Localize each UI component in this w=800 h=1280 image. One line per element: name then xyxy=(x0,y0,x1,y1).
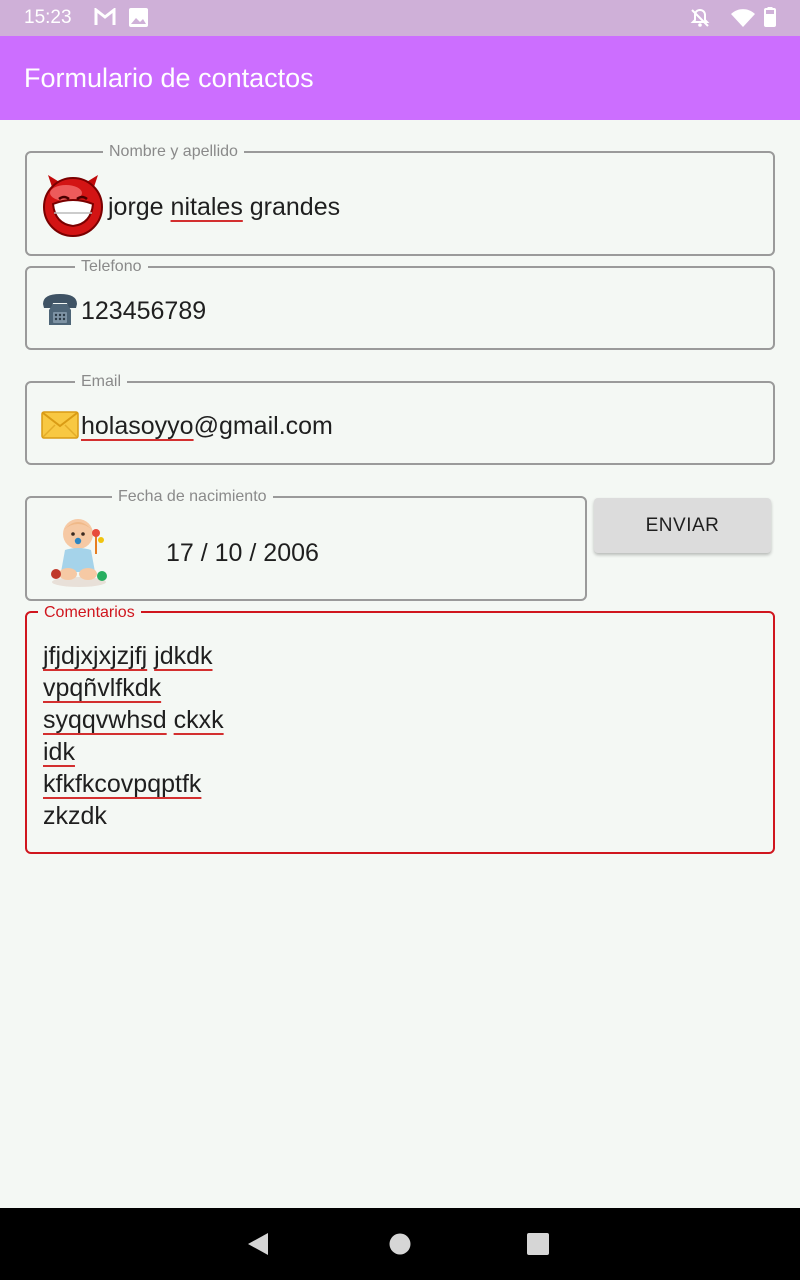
comments-field-label: Comentarios xyxy=(38,603,141,623)
comments-text: jfjdjxjxjzjfj jdkdk vpqñvlfkdk syqqvwhsd c… xyxy=(43,640,224,832)
comment-line: zkzdk xyxy=(43,800,224,832)
birth-date-value: 17 / 10 / 2006 xyxy=(166,539,319,567)
email-value: holasoyyo@gmail.com xyxy=(81,412,333,440)
comment-word xyxy=(167,706,174,734)
phone-value: 123456789 xyxy=(81,297,207,325)
image-icon xyxy=(129,8,148,27)
devil-smiley-icon xyxy=(43,175,103,237)
comment-line: jfjdjxjxjzjfj jdkdk xyxy=(43,640,224,672)
status-bar: 15:23 xyxy=(0,0,800,36)
app-bar: Formulario de contactos xyxy=(0,36,800,120)
app-title: Formulario de contactos xyxy=(24,63,314,93)
comment-word: idk xyxy=(43,738,75,766)
envelope-icon xyxy=(41,411,79,439)
comment-word: kfkfkcovpqptfk xyxy=(43,770,202,798)
navigation-bar xyxy=(0,1208,800,1280)
battery-icon xyxy=(764,7,776,27)
comment-line: kfkfkcovpqptfk xyxy=(43,768,224,800)
birth-date-field[interactable]: Fecha de nacimiento 17 / 10 / 2006 xyxy=(25,487,587,601)
gmail-icon xyxy=(94,8,116,25)
wifi-icon xyxy=(731,9,755,27)
comments-field[interactable]: Comentarios jfjdjxjxjzjfj jdkdk vpqñvlfkd… xyxy=(25,603,775,854)
recents-icon[interactable] xyxy=(527,1233,549,1255)
comment-word: ckxk xyxy=(173,706,224,734)
phone-field-label: Telefono xyxy=(75,257,148,277)
comment-line: vpqñvlfkdk xyxy=(43,672,224,704)
status-time: 15:23 xyxy=(24,7,72,28)
name-field[interactable]: Nombre y apellido jorge nitales grandes xyxy=(25,142,775,256)
comment-word: vpqñvlfkdk xyxy=(43,674,162,702)
baby-icon xyxy=(51,519,107,587)
comment-line: idk xyxy=(43,736,224,768)
comment-line: syqqvwhsd ckxk xyxy=(43,704,224,736)
name-field-label: Nombre y apellido xyxy=(103,142,244,162)
comment-word: zkzdk xyxy=(43,802,107,830)
name-value: jorge nitales grandes xyxy=(108,193,341,221)
comment-word: syqqvwhsd xyxy=(43,706,167,734)
home-icon[interactable] xyxy=(389,1233,411,1255)
email-field[interactable]: Email holasoyyo@gmail.com xyxy=(25,372,775,465)
comment-word: jfjdjxjxjzjfj xyxy=(43,642,148,670)
notifications-off-icon xyxy=(690,8,710,27)
send-button[interactable]: ENVIAR xyxy=(594,498,771,553)
email-field-label: Email xyxy=(75,372,128,392)
comment-word: jdkdk xyxy=(154,642,213,670)
birth-date-field-label: Fecha de nacimiento xyxy=(112,487,273,507)
back-icon[interactable] xyxy=(246,1232,270,1256)
phone-field[interactable]: Telefono 123456789 xyxy=(25,257,775,350)
telephone-icon xyxy=(43,294,77,325)
